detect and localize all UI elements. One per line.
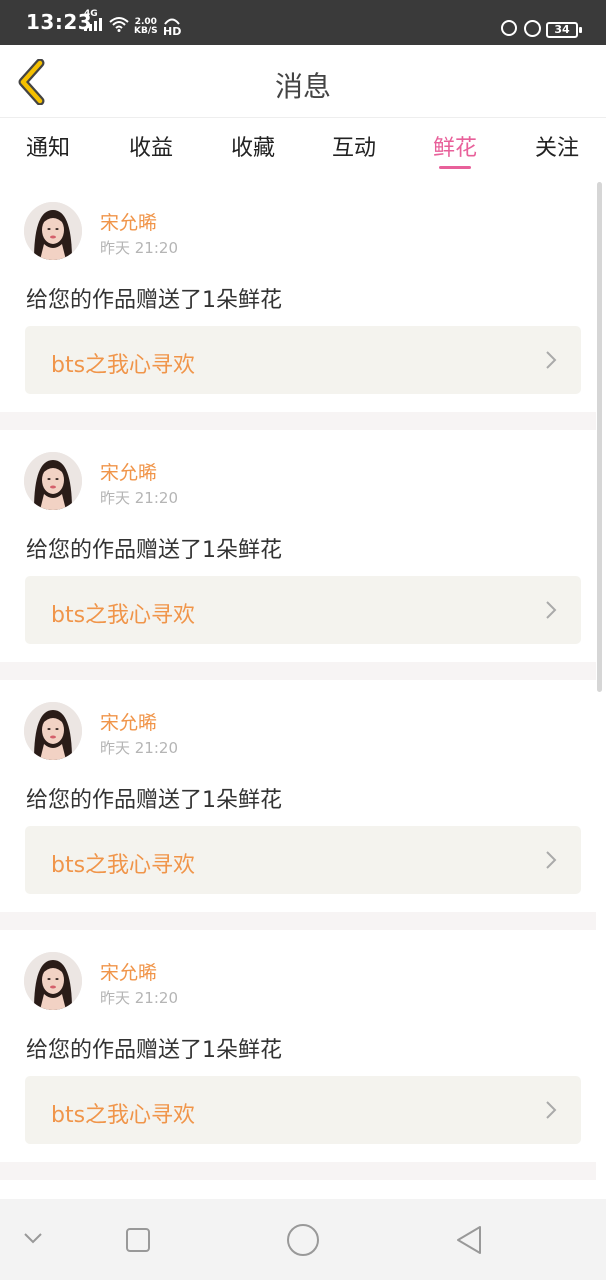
wifi-icon (109, 17, 129, 32)
message-card: 宋允晞 昨天 21:20 给您的作品赠送了1朵鲜花 bts之我心寻欢 (0, 680, 596, 912)
sender-name[interactable]: 宋允晞 (100, 708, 157, 735)
alarm-icon (524, 20, 541, 37)
page-title: 消息 (274, 70, 331, 103)
tab-interaction[interactable]: 互动 (324, 130, 384, 162)
network-type: 4G (84, 9, 98, 19)
tab-earnings[interactable]: 收益 (121, 130, 181, 162)
chevron-right-icon (546, 601, 557, 619)
work-title: bts之我心寻欢 (51, 1103, 196, 1128)
message-card: 宋允晞 昨天 21:20 给您的作品赠送了1朵鲜花 bts之我心寻欢 (0, 430, 596, 662)
chevron-right-icon (546, 851, 557, 869)
message-text: 给您的作品赠送了1朵鲜花 (26, 288, 282, 313)
card-separator (0, 662, 596, 680)
message-time: 昨天 21:20 (100, 489, 178, 507)
message-text: 给您的作品赠送了1朵鲜花 (26, 788, 282, 813)
work-link[interactable]: bts之我心寻欢 (25, 1076, 581, 1144)
chevron-right-icon (546, 351, 557, 369)
tab-favorites[interactable]: 收藏 (223, 130, 283, 162)
tab-bar: 通知 收益 收藏 互动 鲜花 关注 (0, 118, 606, 180)
battery-tip (579, 27, 582, 33)
work-link[interactable]: bts之我心寻欢 (25, 826, 581, 894)
card-separator (0, 1162, 596, 1180)
message-card: 宋允晞 昨天 21:20 给您的作品赠送了1朵鲜花 bts之我心寻欢 (0, 930, 596, 1162)
chevron-down-icon[interactable] (22, 1231, 44, 1245)
status-bar: 13:23 4G 2.00 KB/S HD 34 (0, 0, 606, 45)
message-text: 给您的作品赠送了1朵鲜花 (26, 1038, 282, 1063)
scrollbar[interactable] (597, 182, 602, 692)
header: 消息 (0, 45, 606, 118)
message-time: 昨天 21:20 (100, 739, 178, 757)
work-title: bts之我心寻欢 (51, 353, 196, 378)
card-separator (0, 912, 596, 930)
avatar[interactable] (24, 452, 82, 510)
home-circle-icon[interactable] (286, 1223, 320, 1257)
battery-icon: 34 (546, 22, 578, 38)
sender-name[interactable]: 宋允晞 (100, 458, 157, 485)
sender-name[interactable]: 宋允晞 (100, 958, 157, 985)
work-link[interactable]: bts之我心寻欢 (25, 326, 581, 394)
avatar[interactable] (24, 702, 82, 760)
network-speed: 2.00 KB/S (134, 17, 158, 36)
message-time: 昨天 21:20 (100, 989, 178, 1007)
work-title: bts之我心寻欢 (51, 853, 196, 878)
message-time: 昨天 21:20 (100, 239, 178, 257)
system-nav-bar (0, 1199, 606, 1280)
hd-icon: HD (163, 17, 181, 38)
work-link[interactable]: bts之我心寻欢 (25, 576, 581, 644)
avatar[interactable] (24, 202, 82, 260)
rotation-lock-icon (501, 20, 517, 36)
work-title: bts之我心寻欢 (51, 603, 196, 628)
tab-flowers[interactable]: 鲜花 (425, 130, 485, 162)
status-time: 13:23 (26, 10, 93, 34)
active-tab-indicator (439, 166, 471, 169)
sender-name[interactable]: 宋允晞 (100, 208, 157, 235)
tab-notice[interactable]: 通知 (18, 130, 78, 162)
back-triangle-icon[interactable] (454, 1224, 484, 1256)
signal-icon: 4G (84, 9, 106, 35)
recents-square-icon[interactable] (125, 1227, 151, 1253)
tab-following[interactable]: 关注 (527, 130, 587, 162)
message-text: 给您的作品赠送了1朵鲜花 (26, 538, 282, 563)
message-card: 宋允晞 昨天 21:20 给您的作品赠送了1朵鲜花 bts之我心寻欢 (0, 180, 596, 412)
chevron-right-icon (546, 1101, 557, 1119)
card-separator (0, 412, 596, 430)
avatar[interactable] (24, 952, 82, 1010)
